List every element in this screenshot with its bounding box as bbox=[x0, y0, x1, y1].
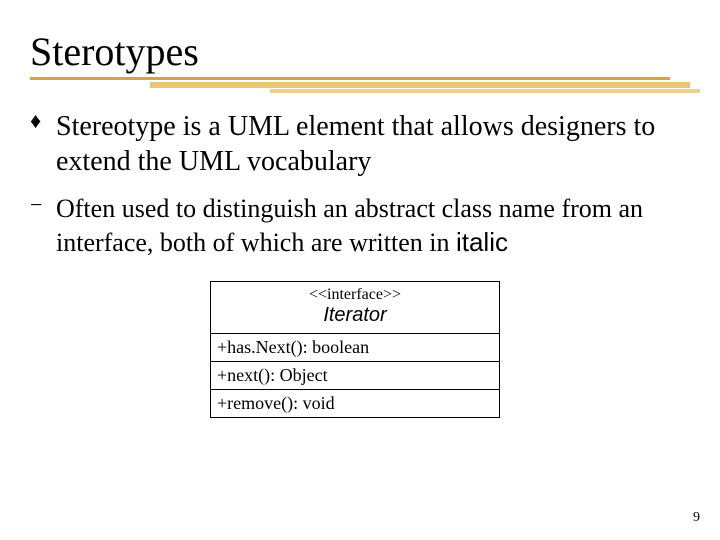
uml-stereotype: <<interface>> bbox=[217, 286, 493, 304]
uml-header: <<interface>> Iterator bbox=[211, 282, 499, 333]
uml-operation: +next(): Object bbox=[211, 361, 499, 389]
list-item: ♦ Stereotype is a UML element that allow… bbox=[30, 109, 680, 179]
page-number: 9 bbox=[693, 510, 700, 526]
bullet-text: Often used to distinguish an abstract cl… bbox=[56, 193, 680, 259]
slide: Sterotypes ♦ Stereotype is a UML element… bbox=[0, 0, 720, 540]
uml-operation: +has.Next(): boolean bbox=[211, 333, 499, 361]
title-underline bbox=[30, 77, 680, 95]
uml-class-box: <<interface>> Iterator +has.Next(): bool… bbox=[210, 281, 500, 418]
bullet-text-part: Often used to distinguish an abstract cl… bbox=[56, 194, 643, 257]
bullet-list: ♦ Stereotype is a UML element that allow… bbox=[30, 109, 680, 259]
uml-class-name: Iterator bbox=[217, 304, 493, 327]
bullet-text-italic: italic bbox=[456, 227, 508, 257]
list-item: − Often used to distinguish an abstract … bbox=[30, 193, 680, 259]
dash-bullet-icon: − bbox=[30, 193, 56, 217]
diamond-bullet-icon: ♦ bbox=[30, 109, 56, 133]
page-title: Sterotypes bbox=[30, 28, 680, 75]
uml-operation: +remove(): void bbox=[211, 389, 499, 417]
bullet-text: Stereotype is a UML element that allows … bbox=[56, 109, 680, 179]
